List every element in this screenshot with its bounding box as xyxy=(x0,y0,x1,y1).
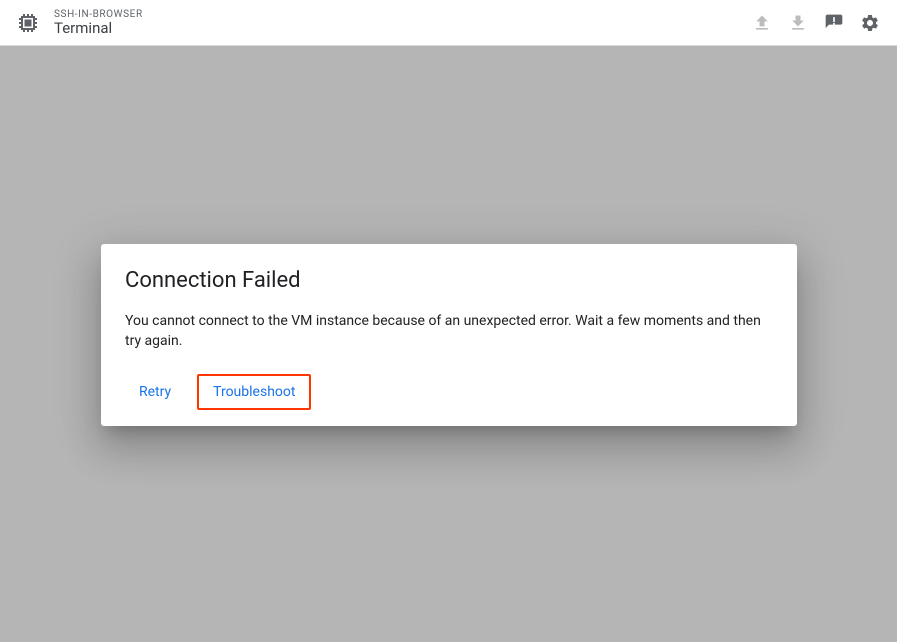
feedback-icon[interactable] xyxy=(823,12,845,34)
troubleshoot-button[interactable]: Troubleshoot xyxy=(197,374,311,410)
chip-icon xyxy=(16,11,40,35)
header-toolbar xyxy=(751,12,881,34)
header-titles: SSH-IN-BROWSER Terminal xyxy=(54,9,143,37)
gear-icon[interactable] xyxy=(859,12,881,34)
download-icon[interactable] xyxy=(787,12,809,34)
header-title: Terminal xyxy=(54,20,143,37)
dialog-message: You cannot connect to the VM instance be… xyxy=(125,311,773,352)
connection-failed-dialog: Connection Failed You cannot connect to … xyxy=(101,244,797,426)
upload-icon[interactable] xyxy=(751,12,773,34)
app-header: SSH-IN-BROWSER Terminal xyxy=(0,0,897,46)
dialog-actions: Retry Troubleshoot xyxy=(125,374,773,410)
retry-button[interactable]: Retry xyxy=(125,376,185,408)
header-left: SSH-IN-BROWSER Terminal xyxy=(16,9,143,37)
dialog-title: Connection Failed xyxy=(125,268,773,293)
